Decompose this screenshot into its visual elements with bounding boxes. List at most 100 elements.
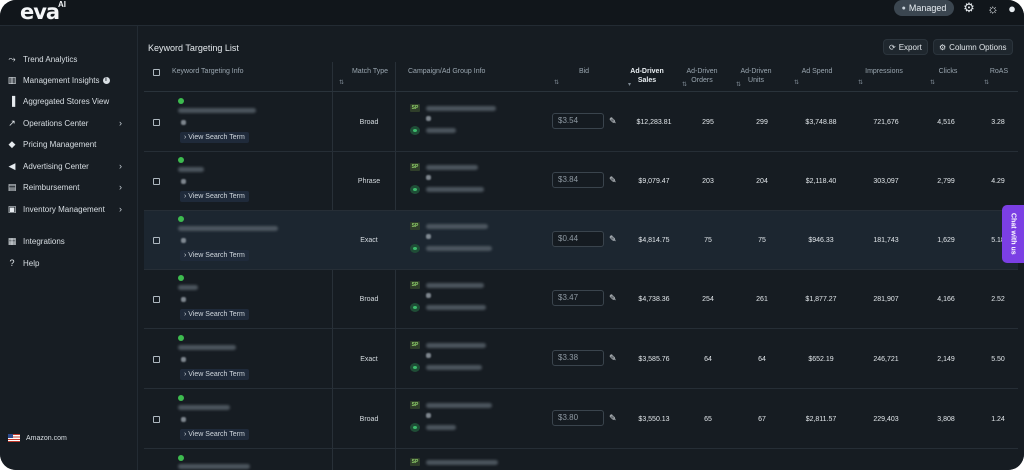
sort-icon[interactable]: ⇅	[858, 79, 863, 86]
eva-logo[interactable]: eva	[20, 0, 60, 24]
column-header-match-type[interactable]: Match Type	[339, 67, 401, 76]
sort-icon[interactable]: ⇅	[554, 79, 559, 86]
sort-icon[interactable]: ⇅	[930, 79, 935, 86]
table-row-highlighted[interactable]: › View Search Term Exact SP $0.44 ✎ $4,8…	[144, 211, 1018, 270]
sidebar-item-aggregated-stores[interactable]: ▐ Aggregated Stores View	[6, 93, 134, 109]
table-row[interactable]: › View Search Term Exact SP $3.38 ✎ $3,5…	[144, 330, 1018, 389]
row-checkbox[interactable]	[153, 296, 160, 303]
status-dot	[178, 275, 184, 281]
sort-desc-icon[interactable]: ▾	[628, 81, 631, 88]
column-header-ad-spend[interactable]: Ad Spend	[792, 67, 842, 76]
view-search-term-link[interactable]: › View Search Term	[180, 309, 249, 320]
page-title: Keyword Targeting List	[148, 43, 239, 53]
sidebar-item-help[interactable]: ? Help	[6, 255, 134, 271]
managed-mode-pill[interactable]: ● Managed	[894, 0, 954, 16]
redacted-keyword	[178, 167, 204, 172]
row-checkbox[interactable]	[153, 119, 160, 126]
sort-icon[interactable]: ⇅	[736, 81, 741, 88]
row-checkbox[interactable]	[153, 416, 160, 423]
view-search-term-link[interactable]: › View Search Term	[180, 132, 249, 143]
impressions: 229,403	[873, 416, 899, 423]
bid-input[interactable]: $0.44	[552, 231, 604, 247]
pencil-icon[interactable]: ✎	[609, 234, 617, 245]
sort-icon[interactable]: ⇅	[339, 79, 344, 86]
ad-group-icon	[410, 303, 420, 312]
ad-driven-units: 64	[758, 356, 766, 363]
sponsored-products-badge: SP	[410, 401, 420, 409]
status-dot	[178, 455, 184, 461]
redacted-keyword	[178, 464, 250, 469]
column-header-roas[interactable]: RoAS	[982, 67, 1016, 76]
gear-icon[interactable]: ⚙	[961, 0, 977, 16]
ad-driven-sales: $9,079.47	[638, 178, 670, 185]
marketplace-selector[interactable]: Amazon.com	[8, 434, 67, 442]
redacted-campaign	[426, 283, 484, 288]
main-content: Keyword Targeting List ⟳ Export ⚙ Column…	[138, 26, 1024, 470]
sponsored-products-badge: SP	[410, 163, 420, 171]
sidebar-item-label: Management Insights	[23, 75, 100, 85]
column-header-bid[interactable]: Bid	[564, 67, 604, 76]
sort-icon[interactable]: ⇅	[794, 79, 799, 86]
managed-label: Managed	[908, 3, 947, 13]
table-row[interactable]: › View Search Term Broad SP $3.54 ✎ $12,…	[144, 93, 1018, 152]
ad-driven-units: 75	[758, 237, 766, 244]
sidebar-item-trend-analytics[interactable]: ⤳ Trend Analytics	[6, 51, 134, 67]
bid-input[interactable]: $3.84	[552, 172, 604, 188]
bid-input[interactable]: $3.80	[552, 410, 604, 426]
sidebar-item-label: Reimbursement	[23, 182, 80, 192]
sponsored-products-badge: SP	[410, 222, 420, 230]
sort-icon[interactable]: ⇅	[682, 81, 687, 88]
view-search-term-link[interactable]: › View Search Term	[180, 369, 249, 380]
match-type: Exact	[360, 356, 378, 363]
select-all-checkbox[interactable]	[153, 69, 160, 76]
column-header-impressions[interactable]: Impressions	[856, 67, 912, 76]
column-header-keyword[interactable]: Keyword Targeting Info	[172, 67, 292, 76]
ad-driven-sales: $12,283.81	[636, 119, 672, 126]
pencil-icon[interactable]: ✎	[609, 293, 617, 304]
table-row[interactable]: › View Search Term Broad SP $3.47 ✎ $4,7…	[144, 270, 1018, 329]
redacted-keyword	[178, 285, 198, 290]
sidebar-item-management-insights[interactable]: ▥ Management Insights i	[6, 72, 134, 88]
row-checkbox[interactable]	[153, 178, 160, 185]
sidebar-item-integrations[interactable]: ▦ Integrations	[6, 233, 134, 249]
redacted-ad-group	[426, 425, 456, 430]
impressions: 281,907	[873, 296, 899, 303]
pencil-icon[interactable]: ✎	[609, 116, 617, 127]
column-header-clicks[interactable]: Clicks	[928, 67, 968, 76]
pencil-icon[interactable]: ✎	[609, 353, 617, 364]
info-icon[interactable]: i	[102, 76, 110, 84]
bid-input[interactable]: $3.54	[552, 113, 604, 129]
redacted-icon	[181, 417, 186, 422]
ad-driven-units: 261	[756, 296, 768, 303]
view-search-term-link[interactable]: › View Search Term	[180, 250, 249, 261]
chevron-right-icon: ›	[119, 161, 122, 171]
user-icon[interactable]: ●	[1004, 0, 1020, 16]
ad-spend: $2,811.57	[805, 416, 837, 423]
column-options-button[interactable]: ⚙ Column Options	[933, 39, 1013, 55]
view-search-term-link[interactable]: › View Search Term	[180, 429, 249, 440]
roas: 5.50	[991, 356, 1005, 363]
table-row[interactable]: › View Search Term Phrase SP $3.84 ✎ $9,…	[144, 152, 1018, 211]
sort-icon[interactable]: ⇅	[984, 79, 989, 86]
sun-icon[interactable]: ☼	[985, 0, 1001, 16]
sidebar-item-advertising-center[interactable]: ◀ Advertising Center ›	[6, 158, 134, 174]
sidebar-item-label: Advertising Center	[23, 161, 89, 171]
pencil-icon[interactable]: ✎	[609, 175, 617, 186]
table-row[interactable]: › View Search Term Broad SP $3.80 ✎ $3,5…	[144, 390, 1018, 449]
bid-input[interactable]: $3.47	[552, 290, 604, 306]
bid-input[interactable]: $3.38	[552, 350, 604, 366]
table-row-partial[interactable]: SP	[144, 450, 1018, 470]
sidebar-item-reimbursement[interactable]: ▤ Reimbursement ›	[6, 179, 134, 195]
sidebar-item-operations-center[interactable]: ↗ Operations Center ›	[6, 115, 134, 131]
pencil-icon[interactable]: ✎	[609, 413, 617, 424]
row-checkbox[interactable]	[153, 356, 160, 363]
view-search-term-link[interactable]: › View Search Term	[180, 191, 249, 202]
export-button[interactable]: ⟳ Export	[883, 39, 928, 55]
row-checkbox[interactable]	[153, 237, 160, 244]
sidebar-item-pricing-management[interactable]: ◆ Pricing Management	[6, 136, 134, 152]
sidebar-item-label: Operations Center	[23, 118, 89, 128]
sidebar-item-inventory-management[interactable]: ▣ Inventory Management ›	[6, 201, 134, 217]
column-header-campaign[interactable]: Campaign/Ad Group Info	[402, 67, 512, 76]
clicks: 2,149	[937, 356, 955, 363]
chat-with-us-tab[interactable]: Chat with us	[1002, 205, 1024, 263]
